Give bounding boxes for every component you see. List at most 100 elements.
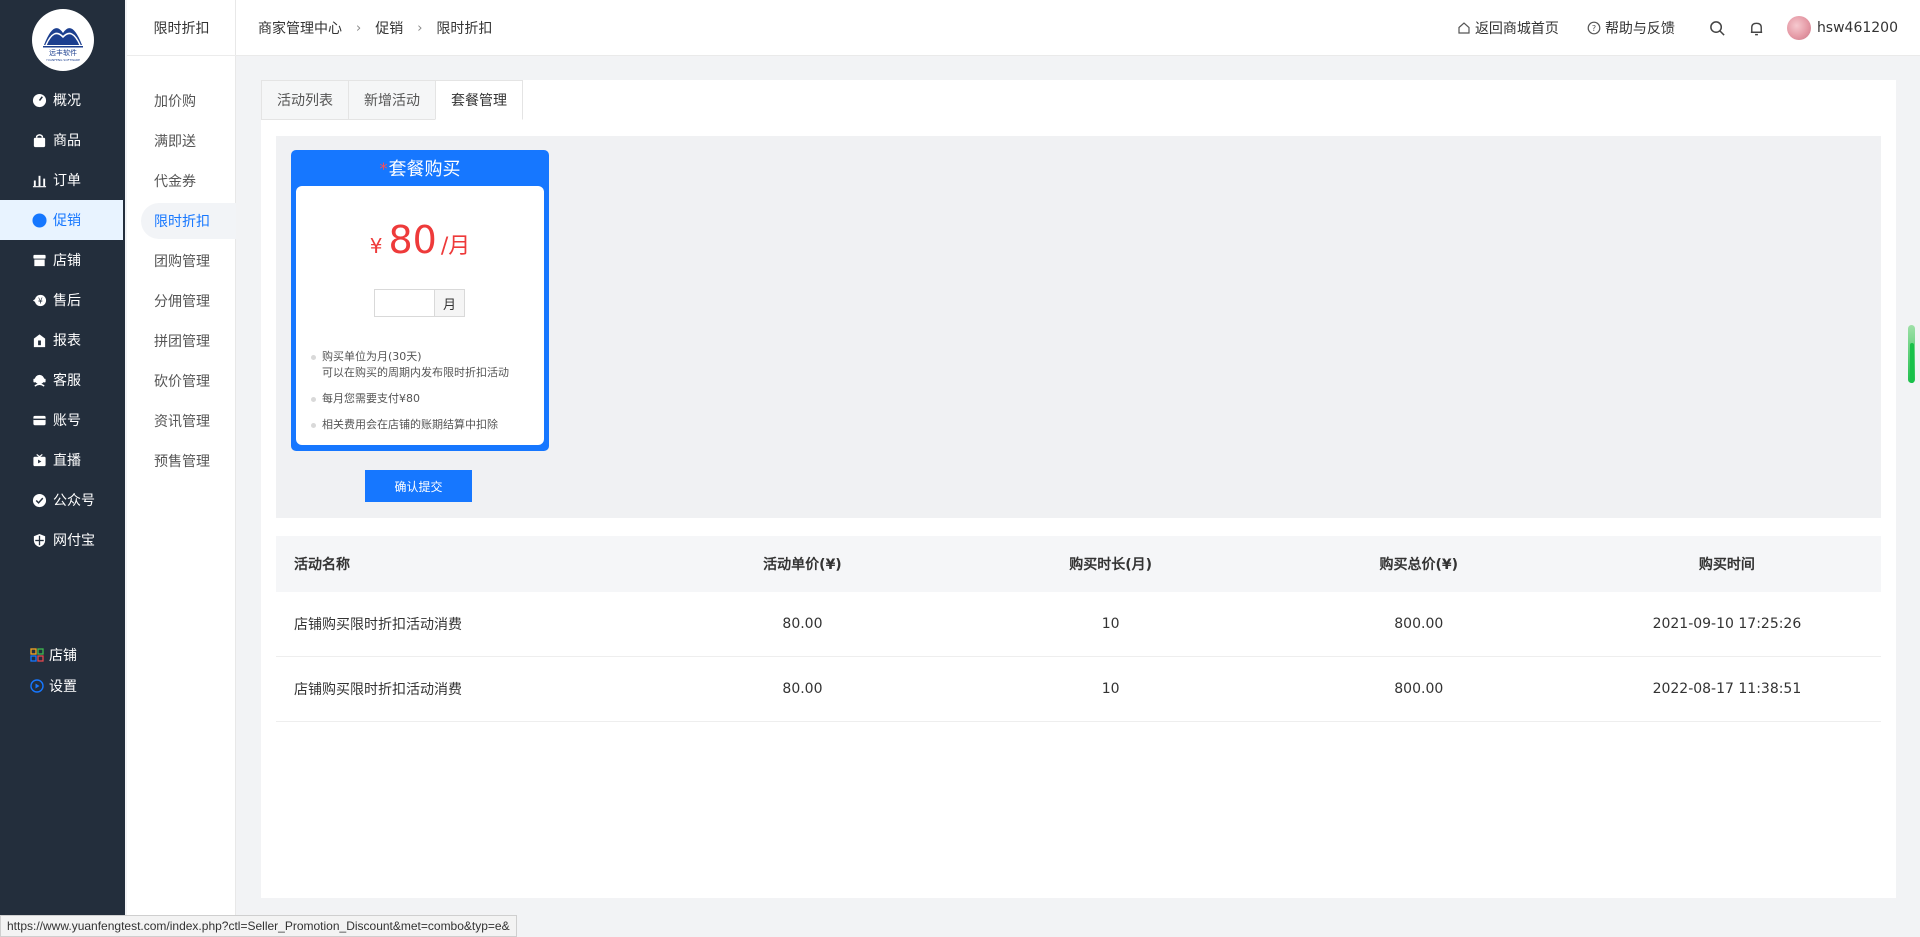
months-unit: 月: [434, 289, 465, 317]
aftersale-icon: ¥: [32, 293, 47, 308]
nav-item-wangfubao[interactable]: 网付宝: [0, 520, 125, 560]
tab-package-management[interactable]: 套餐管理: [435, 80, 523, 120]
breadcrumb: 商家管理中心 › 促销 › 限时折扣: [258, 0, 492, 56]
subnav-item-commission[interactable]: 分佣管理: [141, 283, 236, 319]
nav-item-promotion[interactable]: 促销: [0, 200, 123, 240]
package-card-body: ¥80/月 月 购买单位为月(30天) 可以在购买的周期内发布限时折扣活动 每月…: [296, 186, 544, 445]
help-feedback-label: 帮助与反馈: [1604, 21, 1675, 37]
tab-new-activity[interactable]: 新增活动: [348, 80, 435, 120]
tab-activity-list[interactable]: 活动列表: [261, 80, 348, 120]
package-purchase-area: * 套餐购买 ¥80/月 月 购买单位为月(30天) 可以在购买的周期内发布限时…: [276, 136, 1881, 518]
svg-text:YUANFENG SOFTWARE: YUANFENG SOFTWARE: [46, 58, 80, 62]
card-icon: [32, 413, 47, 428]
subnav-item-bargain[interactable]: 砍价管理: [141, 363, 236, 399]
nav-item-official-account[interactable]: 公众号: [0, 480, 125, 520]
back-to-mall-link[interactable]: 返回商城首页: [1457, 18, 1559, 38]
price-unit: /月: [440, 234, 471, 259]
nav-item-overview[interactable]: 概况: [0, 80, 125, 120]
chevron-right-icon: ›: [417, 20, 423, 36]
bag-icon: [32, 133, 47, 148]
nav-label: 概况: [53, 93, 81, 109]
subnav-item-presale[interactable]: 预售管理: [141, 443, 236, 479]
nav-item-orders[interactable]: 订单: [0, 160, 125, 200]
scroll-indicator-thumb[interactable]: [1910, 343, 1914, 383]
back-to-mall-label: 返回商城首页: [1474, 21, 1559, 37]
header-actions: 返回商城首页 ? 帮助与反馈 hsw461200: [1429, 0, 1898, 56]
bell-icon[interactable]: [1748, 20, 1765, 37]
note-item: 每月您需要支付¥80: [310, 391, 538, 407]
promo-icon: [32, 212, 47, 228]
note-line: 购买单位为月(30天): [322, 350, 422, 363]
month-quantity: 月: [374, 289, 465, 317]
note-line: 每月您需要支付¥80: [322, 392, 420, 405]
table-row: 店铺购买限时折扣活动消费 80.00 10 800.00 2022-08-17 …: [276, 657, 1881, 722]
nav-item-live[interactable]: 直播: [0, 440, 125, 480]
svg-text:远丰软件: 远丰软件: [49, 48, 77, 57]
settings-icon: [30, 679, 44, 693]
confirm-submit-button[interactable]: 确认提交: [365, 470, 472, 502]
price-currency: ¥: [369, 234, 383, 258]
nav-item-report[interactable]: 报表: [0, 320, 125, 360]
table-cell: 2021-09-10 17:25:26: [1652, 616, 1802, 632]
package-card-title: * 套餐购买: [291, 150, 549, 186]
svg-text:¥: ¥: [38, 296, 43, 305]
subnav-item-news[interactable]: 资讯管理: [141, 403, 236, 439]
shield-icon: [32, 533, 47, 548]
avatar: [1786, 16, 1811, 40]
subnav-item-flash-discount[interactable]: 限时折扣: [141, 203, 236, 239]
nav-bottom-store[interactable]: 店铺: [0, 640, 125, 670]
column-header: 活动名称: [294, 557, 350, 573]
live-icon: [32, 453, 47, 468]
user-menu[interactable]: hsw461200: [1786, 16, 1898, 40]
breadcrumb-item[interactable]: 商家管理中心: [258, 18, 342, 38]
table-row: 店铺购买限时折扣活动消费 80.00 10 800.00 2021-09-10 …: [276, 592, 1881, 657]
nav-label: 售后: [53, 293, 81, 309]
nav-label: 店铺: [49, 648, 77, 664]
subnav-item-gift[interactable]: 满即送: [141, 123, 236, 159]
nav-label: 直播: [53, 453, 81, 469]
subnav-item-group-buy[interactable]: 团购管理: [141, 243, 236, 279]
report-icon: [32, 333, 47, 348]
nav-label: 公众号: [53, 493, 95, 509]
table-cell: 80.00: [782, 681, 823, 697]
main-content: 活动列表 新增活动 套餐管理 * 套餐购买 ¥80/月 月 购买单位为月(30天…: [261, 80, 1896, 898]
months-input[interactable]: [374, 289, 434, 317]
nav-label: 报表: [53, 333, 81, 349]
column-header: 购买总价(¥): [1379, 557, 1459, 573]
nav-item-goods[interactable]: 商品: [0, 120, 125, 160]
store-icon: [32, 253, 47, 268]
main-sidebar: 远丰软件 YUANFENG SOFTWARE 概况 商品 订单 促销 店铺 ¥ …: [0, 0, 125, 937]
dashboard-icon: [32, 93, 47, 108]
nav-item-aftersale[interactable]: ¥ 售后: [0, 280, 125, 320]
nav-item-service[interactable]: 客服: [0, 360, 125, 400]
help-feedback-link[interactable]: ? 帮助与反馈: [1587, 18, 1675, 38]
subnav-item-markup-buy[interactable]: 加价购: [141, 83, 236, 119]
package-title-text: 套餐购买: [388, 159, 461, 180]
nav-label: 促销: [53, 213, 81, 229]
brand-logo[interactable]: 远丰软件 YUANFENG SOFTWARE: [32, 9, 94, 71]
nav-label: 商品: [53, 133, 81, 149]
home-icon: [1458, 22, 1470, 34]
subnav-item-voucher[interactable]: 代金券: [141, 163, 236, 199]
search-icon[interactable]: [1709, 20, 1726, 37]
note-line: 可以在购买的周期内发布限时折扣活动: [322, 366, 509, 379]
purchase-history-table: 活动名称 活动单价(¥) 购买时长(月) 购买总价(¥) 购买时间 店铺购买限时…: [276, 536, 1881, 722]
status-bar-url: https://www.yuanfengtest.com/index.php?c…: [0, 915, 517, 937]
top-header: 商家管理中心 › 促销 › 限时折扣 返回商城首页 ? 帮助与反馈 hsw461…: [236, 0, 1920, 56]
nav-label: 客服: [53, 373, 81, 389]
nav-item-account[interactable]: 账号: [0, 400, 125, 440]
bar-chart-icon: [32, 173, 47, 188]
breadcrumb-item[interactable]: 促销: [375, 18, 403, 38]
subnav-item-pintuan[interactable]: 拼团管理: [141, 323, 236, 359]
nav-bottom-settings[interactable]: 设置: [0, 671, 125, 701]
breadcrumb-item: 限时折扣: [436, 21, 493, 37]
nav-label: 账号: [53, 413, 81, 429]
package-notes: 购买单位为月(30天) 可以在购买的周期内发布限时折扣活动 每月您需要支付¥80…: [310, 349, 538, 443]
column-header: 活动单价(¥): [763, 557, 842, 573]
table-cell: 80.00: [782, 616, 823, 632]
badge-icon: [32, 493, 47, 508]
required-star: *: [379, 158, 388, 178]
subnav-title: 限时折扣: [127, 0, 236, 56]
nav-item-store[interactable]: 店铺: [0, 240, 125, 280]
note-item: 购买单位为月(30天) 可以在购买的周期内发布限时折扣活动: [310, 349, 538, 381]
